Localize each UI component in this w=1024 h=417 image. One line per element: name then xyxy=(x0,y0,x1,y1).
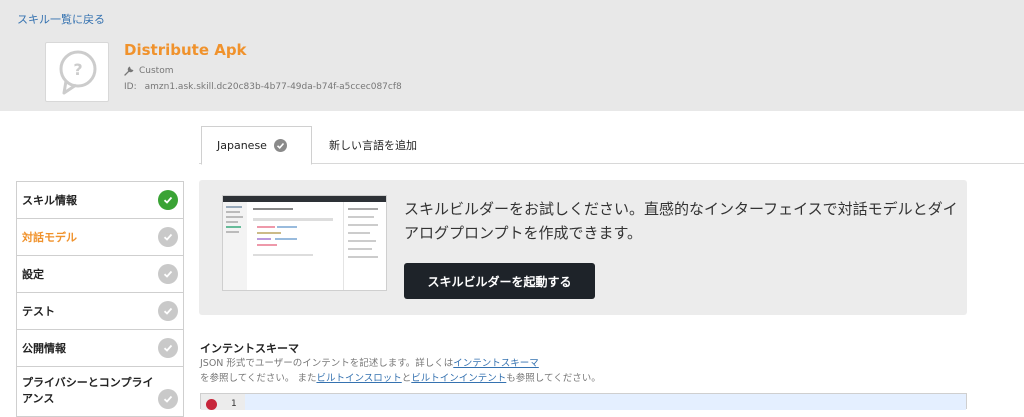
sidebar-item-label: スキル情報 xyxy=(22,194,77,207)
editor-gutter: 1 xyxy=(201,394,245,410)
builtin-slots-link[interactable]: ビルトインスロット xyxy=(316,373,401,384)
skill-icon-placeholder: ? xyxy=(45,42,109,102)
check-complete-icon xyxy=(158,190,178,210)
question-bubble-icon: ? xyxy=(59,50,97,95)
desc-text: を参照してください。 また xyxy=(200,373,317,384)
sidebar-item-label: プライバシーとコンプライアンス xyxy=(22,376,154,405)
tab-japanese-label: Japanese xyxy=(217,139,267,152)
sidebar-item-privacy-compliance[interactable]: プライバシーとコンプライアンス xyxy=(17,367,183,417)
skill-builder-preview-image xyxy=(222,195,387,291)
intent-schema-editor[interactable]: 1 xyxy=(200,393,967,410)
builtin-intents-link[interactable]: ビルトインインテント xyxy=(411,373,506,384)
sidebar-item-interaction-model[interactable]: 対話モデル xyxy=(17,219,183,256)
sidebar-item-label: 対話モデル xyxy=(22,231,77,244)
check-incomplete-icon xyxy=(158,227,178,247)
launch-skill-builder-button[interactable]: スキルビルダーを起動する xyxy=(404,263,595,299)
check-incomplete-icon xyxy=(158,264,178,284)
check-incomplete-icon xyxy=(158,338,178,358)
editor-active-line[interactable] xyxy=(245,394,966,410)
sidebar-item-label: 設定 xyxy=(22,268,44,281)
desc-text: JSON 形式でユーザーのインテントを記述します。詳しくは xyxy=(200,358,454,369)
sidebar-item-test[interactable]: テスト xyxy=(17,293,183,330)
desc-text: と xyxy=(401,373,412,384)
check-circle-icon xyxy=(273,139,287,152)
language-tabs: Japanese 新しい言語を追加 xyxy=(199,126,1024,165)
line-number: 1 xyxy=(231,399,237,409)
sidebar-item-settings[interactable]: 設定 xyxy=(17,256,183,293)
sidebar-item-publishing-info[interactable]: 公開情報 xyxy=(17,330,183,367)
error-icon xyxy=(206,399,217,410)
sidebar-nav: スキル情報 対話モデル 設定 テスト 公開情報 プライバシーとコンプライアンス xyxy=(16,181,184,417)
skill-id-label: ID: xyxy=(124,82,137,92)
skill-builder-promo-text: スキルビルダーをお試しください。直感的なインターフェイスで対話モデルとダイアログ… xyxy=(404,200,958,242)
skill-builder-promo: スキルビルダーをお試しください。直感的なインターフェイスで対話モデルとダイアログ… xyxy=(199,180,967,315)
skill-type-label: Custom xyxy=(139,66,174,76)
tab-japanese[interactable]: Japanese xyxy=(201,126,312,165)
sidebar-item-skill-info[interactable]: スキル情報 xyxy=(17,182,183,219)
wrench-icon xyxy=(124,66,134,76)
skill-id-value: amzn1.ask.skill.dc20c83b-4b77-49da-b74f-… xyxy=(144,82,402,92)
skill-id: ID: amzn1.ask.skill.dc20c83b-4b77-49da-b7… xyxy=(124,82,402,92)
skill-name: Distribute Apk xyxy=(124,41,247,59)
check-incomplete-icon xyxy=(158,301,178,321)
skill-type: Custom xyxy=(124,66,173,76)
check-incomplete-icon xyxy=(158,389,178,409)
intent-schema-description: JSON 形式でユーザーのインテントを記述します。詳しくはインテントスキーマ を… xyxy=(200,356,900,386)
intent-schema-title: インテントスキーマ xyxy=(200,342,299,355)
skill-header: スキル一覧に戻る ? Distribute Apk Custom ID: amzn… xyxy=(0,0,1024,111)
desc-text: も参照してください。 xyxy=(506,373,601,384)
tab-add-language[interactable]: 新しい言語を追加 xyxy=(329,137,417,153)
back-to-skills-link[interactable]: スキル一覧に戻る xyxy=(17,11,105,27)
intent-schema-link[interactable]: インテントスキーマ xyxy=(453,358,539,369)
sidebar-item-label: テスト xyxy=(22,305,55,318)
svg-text:?: ? xyxy=(73,60,82,79)
sidebar-item-label: 公開情報 xyxy=(22,342,66,355)
